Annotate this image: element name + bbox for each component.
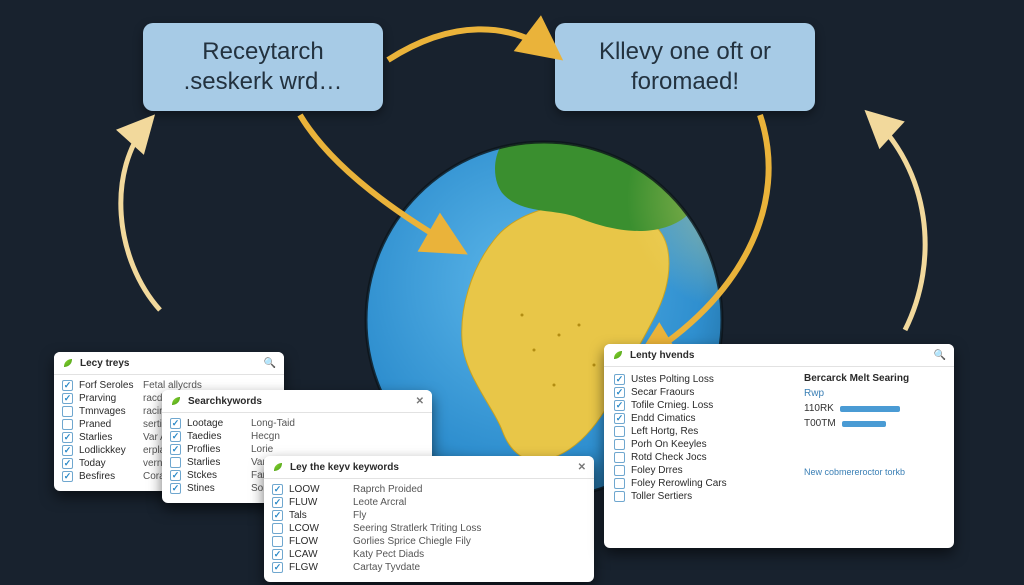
list-item[interactable]: Rotd Check Jocs	[614, 451, 786, 464]
list-item[interactable]: Foley Rerowling Cars	[614, 477, 786, 490]
checkbox[interactable]	[614, 491, 625, 502]
arrow-globe-to-left	[121, 120, 160, 310]
checkbox[interactable]	[62, 445, 73, 456]
checkbox[interactable]	[170, 431, 181, 442]
checkbox[interactable]	[614, 452, 625, 463]
arrow-cards-to-right	[870, 115, 925, 330]
panel-body: Ustes Polting Loss Secar Fraours Tofile …	[604, 367, 954, 513]
checkbox[interactable]	[170, 457, 181, 468]
panel-title: Lenty hvends	[630, 350, 928, 361]
list-item[interactable]: Foley Drres	[614, 464, 786, 477]
list-item[interactable]: Toller Sertiers	[614, 490, 786, 503]
leaf-icon	[62, 357, 74, 369]
checkbox[interactable]	[614, 374, 625, 385]
speech-right: Kllevy one oft or foromaed!	[555, 23, 815, 111]
checkbox[interactable]	[170, 483, 181, 494]
checkbox[interactable]	[272, 536, 283, 547]
checkbox[interactable]	[62, 380, 73, 391]
list-item[interactable]: LOOWRaprch Proided	[272, 483, 586, 496]
list-item[interactable]: Left Hortg, Res	[614, 425, 786, 438]
bar-row: 110RK	[804, 403, 944, 414]
checkbox[interactable]	[170, 470, 181, 481]
checkbox[interactable]	[62, 458, 73, 469]
search-icon[interactable]: 🔍	[264, 358, 276, 369]
leaf-icon	[272, 461, 284, 473]
bar	[842, 421, 886, 427]
footer-note: New cobmereroctor torkb	[804, 467, 944, 477]
list-item[interactable]: FLOWGorlies Sprice Chiegle Fily	[272, 535, 586, 548]
section-heading: Bercarck Melt Searing	[804, 373, 944, 384]
checkbox[interactable]	[614, 387, 625, 398]
bar	[840, 406, 900, 412]
list-item[interactable]: Porh On Keeyles	[614, 438, 786, 451]
list-item[interactable]: FLGWCartay Tyvdate	[272, 561, 586, 574]
panel-title: Ley the keyv keywords	[290, 462, 572, 473]
list-item[interactable]: LCAWKaty Pect Diads	[272, 548, 586, 561]
checkbox[interactable]	[272, 484, 283, 495]
checkbox[interactable]	[62, 432, 73, 443]
list-item[interactable]: LCOWSeering Stratlerk Triting Loss	[272, 522, 586, 535]
panel-key-keywords[interactable]: Ley the keyv keywords ✕ LOOWRaprch Proid…	[264, 456, 594, 582]
arrow-left-to-right	[388, 29, 556, 60]
section-sub: Rwp	[804, 388, 944, 399]
checkbox[interactable]	[614, 478, 625, 489]
checkbox[interactable]	[62, 406, 73, 417]
arrow-right-to-globe	[640, 115, 769, 360]
list-item[interactable]: TalsFly	[272, 509, 586, 522]
checkbox[interactable]	[272, 549, 283, 560]
checkbox[interactable]	[614, 400, 625, 411]
checkbox[interactable]	[170, 444, 181, 455]
bar-row: T00TM	[804, 418, 944, 429]
panel-body: LOOWRaprch Proided FLUWLeote Arcral Tals…	[264, 479, 594, 582]
panel-title: Searchkywords	[188, 396, 410, 407]
panel-title: Lecy treys	[80, 358, 258, 369]
list-item[interactable]: LootageLong-Taid	[170, 417, 424, 430]
checkbox[interactable]	[272, 497, 283, 508]
panel-lenty-hvends[interactable]: Lenty hvends 🔍 Ustes Polting Loss Secar …	[604, 344, 954, 548]
checkbox[interactable]	[614, 426, 625, 437]
list-item[interactable]: FLUWLeote Arcral	[272, 496, 586, 509]
list-item[interactable]: TaediesHecgn	[170, 430, 424, 443]
checkbox[interactable]	[614, 439, 625, 450]
close-icon[interactable]: ✕	[416, 396, 424, 407]
checkbox[interactable]	[62, 419, 73, 430]
leaf-icon	[170, 395, 182, 407]
close-icon[interactable]: ✕	[578, 462, 586, 473]
checkbox[interactable]	[170, 418, 181, 429]
checkbox[interactable]	[272, 523, 283, 534]
search-icon[interactable]: 🔍	[934, 350, 946, 361]
checkbox[interactable]	[614, 465, 625, 476]
list-item[interactable]: Tofile Crnieg. Loss	[614, 399, 786, 412]
checkbox[interactable]	[614, 413, 625, 424]
list-item[interactable]: Ustes Polting Loss	[614, 373, 786, 386]
list-item[interactable]: Secar Fraours	[614, 386, 786, 399]
checkbox[interactable]	[62, 471, 73, 482]
leaf-icon	[612, 349, 624, 361]
speech-left: Receytarch .seskerk wrd…	[143, 23, 383, 111]
list-item[interactable]: ProfliesLorie	[170, 443, 424, 456]
checkbox[interactable]	[272, 510, 283, 521]
list-item[interactable]: Endd Cimatics	[614, 412, 786, 425]
checkbox[interactable]	[62, 393, 73, 404]
checkbox[interactable]	[272, 562, 283, 573]
arrow-left-to-globe	[300, 115, 460, 250]
